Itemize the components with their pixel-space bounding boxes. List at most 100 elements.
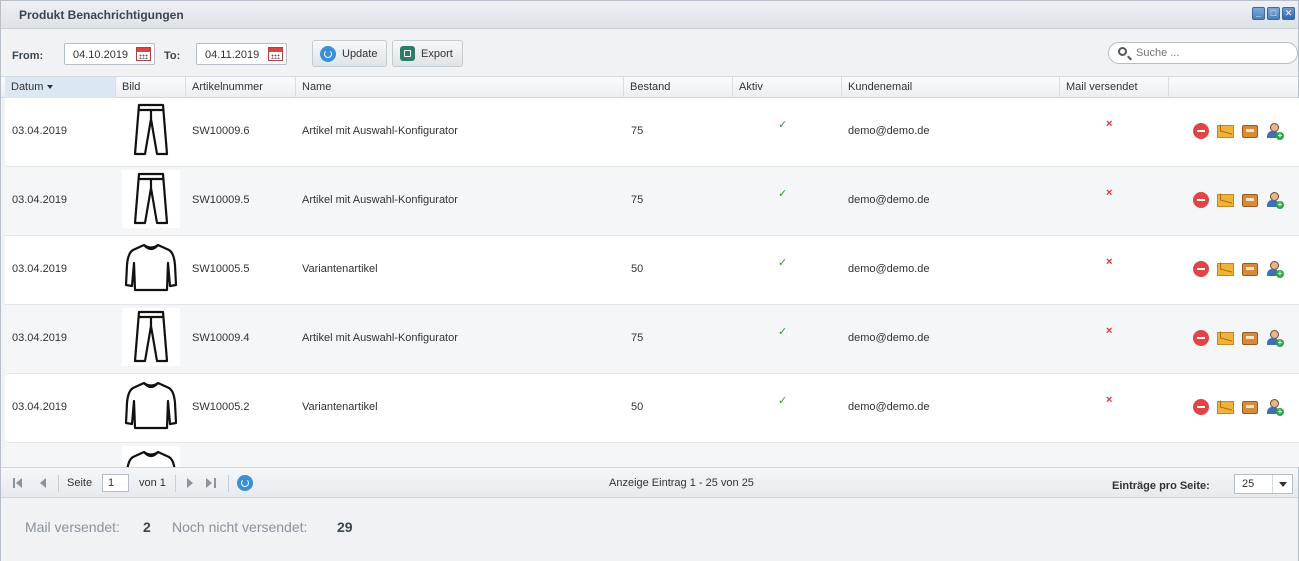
inbox-icon[interactable] bbox=[1242, 332, 1258, 345]
add-user-icon[interactable]: + bbox=[1266, 330, 1284, 347]
per-page-select[interactable]: 25 bbox=[1234, 474, 1293, 494]
mail-not-sent-icon: × bbox=[1106, 256, 1113, 268]
table-row[interactable] bbox=[5, 443, 1299, 467]
per-page-label: Einträge pro Seite: bbox=[1112, 480, 1210, 492]
delete-icon[interactable] bbox=[1193, 399, 1209, 415]
add-user-icon[interactable]: + bbox=[1266, 192, 1284, 209]
window-titlebar[interactable]: Produkt Benachrichtigungen _ □ ✕ bbox=[1, 1, 1298, 29]
to-date-field[interactable]: 04.11.2019 bbox=[196, 43, 287, 65]
table-row[interactable]: 03.04.2019 SW10009.6 Artikel mit Auswahl-K… bbox=[5, 98, 1299, 167]
send-mail-icon[interactable] bbox=[1217, 332, 1234, 345]
from-date-value: 04.10.2019 bbox=[73, 49, 129, 61]
not-sent-count: 29 bbox=[337, 519, 353, 535]
active-check-icon: ✓ bbox=[778, 257, 788, 269]
first-page-icon[interactable] bbox=[13, 477, 25, 489]
row-actions: + bbox=[1193, 330, 1284, 347]
send-mail-icon[interactable] bbox=[1217, 194, 1234, 207]
pager-separator bbox=[175, 475, 176, 492]
delete-icon[interactable] bbox=[1193, 261, 1209, 277]
search-input[interactable] bbox=[1136, 46, 1286, 60]
column-header-name[interactable]: Name bbox=[296, 77, 624, 98]
row-actions: + bbox=[1193, 261, 1284, 278]
cell-bestand: 75 bbox=[631, 125, 644, 137]
cell-kundenemail: demo@demo.de bbox=[848, 332, 930, 344]
pagination-bar: Seite von 1 Anzeige Eintrag 1 - 25 von 2… bbox=[1, 467, 1298, 498]
update-button[interactable]: Update bbox=[312, 40, 388, 67]
plus-icon: + bbox=[1276, 131, 1284, 140]
column-header-label: Aktiv bbox=[739, 81, 763, 93]
send-mail-icon[interactable] bbox=[1217, 263, 1234, 276]
cell-artikelnummer: SW10009.4 bbox=[192, 332, 250, 344]
delete-icon[interactable] bbox=[1193, 330, 1209, 346]
cell-artikelnummer: SW10005.2 bbox=[192, 401, 250, 413]
previous-page-icon[interactable] bbox=[38, 477, 50, 489]
calendar-icon[interactable] bbox=[268, 47, 283, 61]
page-label: Seite bbox=[67, 477, 93, 489]
column-header-aktiv[interactable]: Aktiv bbox=[733, 77, 842, 98]
cell-kundenemail: demo@demo.de bbox=[848, 401, 930, 413]
row-actions: + bbox=[1193, 192, 1284, 209]
mail-not-sent-icon: × bbox=[1106, 187, 1113, 199]
delete-icon[interactable] bbox=[1193, 123, 1209, 139]
add-user-icon[interactable]: + bbox=[1266, 399, 1284, 416]
column-header-bestand[interactable]: Bestand bbox=[624, 77, 733, 98]
search-box[interactable] bbox=[1108, 42, 1298, 64]
column-header-label: Bestand bbox=[630, 81, 671, 93]
minimize-button[interactable]: _ bbox=[1252, 7, 1265, 20]
column-header-label: Mail versendet bbox=[1066, 81, 1138, 93]
plus-icon: + bbox=[1276, 269, 1284, 278]
cell-name: Artikel mit Auswahl-Konfigurator bbox=[302, 125, 458, 137]
refresh-icon[interactable] bbox=[237, 475, 253, 491]
chevron-down-icon[interactable] bbox=[1272, 475, 1292, 493]
send-mail-icon[interactable] bbox=[1217, 125, 1234, 138]
calendar-icon[interactable] bbox=[136, 47, 151, 61]
add-user-icon[interactable]: + bbox=[1266, 261, 1284, 278]
cell-kundenemail: demo@demo.de bbox=[848, 263, 930, 275]
cell-name: Variantenartikel bbox=[302, 401, 378, 413]
cell-datum: 03.04.2019 bbox=[12, 332, 68, 344]
export-button[interactable]: Export bbox=[392, 40, 463, 67]
column-header-mail-versendet[interactable]: Mail versendet bbox=[1060, 77, 1169, 98]
product-thumbnail-pants[interactable] bbox=[122, 308, 180, 366]
product-thumbnail-sweater[interactable] bbox=[122, 239, 180, 297]
next-page-icon[interactable] bbox=[185, 477, 197, 489]
product-thumbnail-pants[interactable] bbox=[122, 101, 180, 159]
page-number-input[interactable] bbox=[102, 474, 129, 492]
product-thumbnail-pants[interactable] bbox=[122, 170, 180, 228]
table-row[interactable]: 03.04.2019 SW10009.5 Artikel mit Auswahl-K… bbox=[5, 167, 1299, 236]
close-button[interactable]: ✕ bbox=[1282, 7, 1295, 20]
maximize-button[interactable]: □ bbox=[1267, 7, 1280, 20]
column-header-artikelnummer[interactable]: Artikelnummer bbox=[186, 77, 296, 98]
table-row[interactable]: 03.04.2019 SW10005.5 Variantenartikel 50 dem… bbox=[5, 236, 1299, 305]
delete-icon[interactable] bbox=[1193, 192, 1209, 208]
active-check-icon: ✓ bbox=[778, 326, 788, 338]
cell-datum: 03.04.2019 bbox=[12, 125, 68, 137]
inbox-icon[interactable] bbox=[1242, 194, 1258, 207]
product-thumbnail-sweater[interactable] bbox=[122, 446, 180, 467]
pager-separator bbox=[58, 475, 59, 492]
to-label: To: bbox=[164, 50, 181, 62]
from-date-field[interactable]: 04.10.2019 bbox=[64, 43, 155, 65]
inbox-icon[interactable] bbox=[1242, 401, 1258, 414]
grid-header: Datum Bild Artikelnummer Name Bestand Ak… bbox=[1, 77, 1298, 98]
inbox-icon[interactable] bbox=[1242, 263, 1258, 276]
active-check-icon: ✓ bbox=[778, 395, 788, 407]
product-thumbnail-sweater[interactable] bbox=[122, 377, 180, 435]
table-row[interactable]: 03.04.2019 SW10005.2 Variantenartikel 50 dem… bbox=[5, 374, 1299, 443]
send-mail-icon[interactable] bbox=[1217, 401, 1234, 414]
column-header-bild[interactable]: Bild bbox=[116, 77, 186, 98]
window-title: Produkt Benachrichtigungen bbox=[19, 8, 184, 22]
inbox-icon[interactable] bbox=[1242, 125, 1258, 138]
column-header-label: Datum bbox=[11, 81, 44, 93]
grid-body[interactable]: 03.04.2019 SW10009.6 Artikel mit Auswahl-K… bbox=[5, 98, 1299, 467]
pager-separator bbox=[228, 475, 229, 492]
to-date-value: 04.11.2019 bbox=[205, 49, 260, 61]
active-check-icon: ✓ bbox=[778, 188, 788, 200]
add-user-icon[interactable]: + bbox=[1266, 123, 1284, 140]
column-header-kundenemail[interactable]: Kundenemail bbox=[842, 77, 1060, 98]
table-row[interactable]: 03.04.2019 SW10009.4 Artikel mit Auswahl-K… bbox=[5, 305, 1299, 374]
column-header-datum[interactable]: Datum bbox=[5, 77, 116, 98]
last-page-icon[interactable] bbox=[206, 477, 218, 489]
plus-icon: + bbox=[1276, 338, 1284, 347]
cell-name: Artikel mit Auswahl-Konfigurator bbox=[302, 194, 458, 206]
